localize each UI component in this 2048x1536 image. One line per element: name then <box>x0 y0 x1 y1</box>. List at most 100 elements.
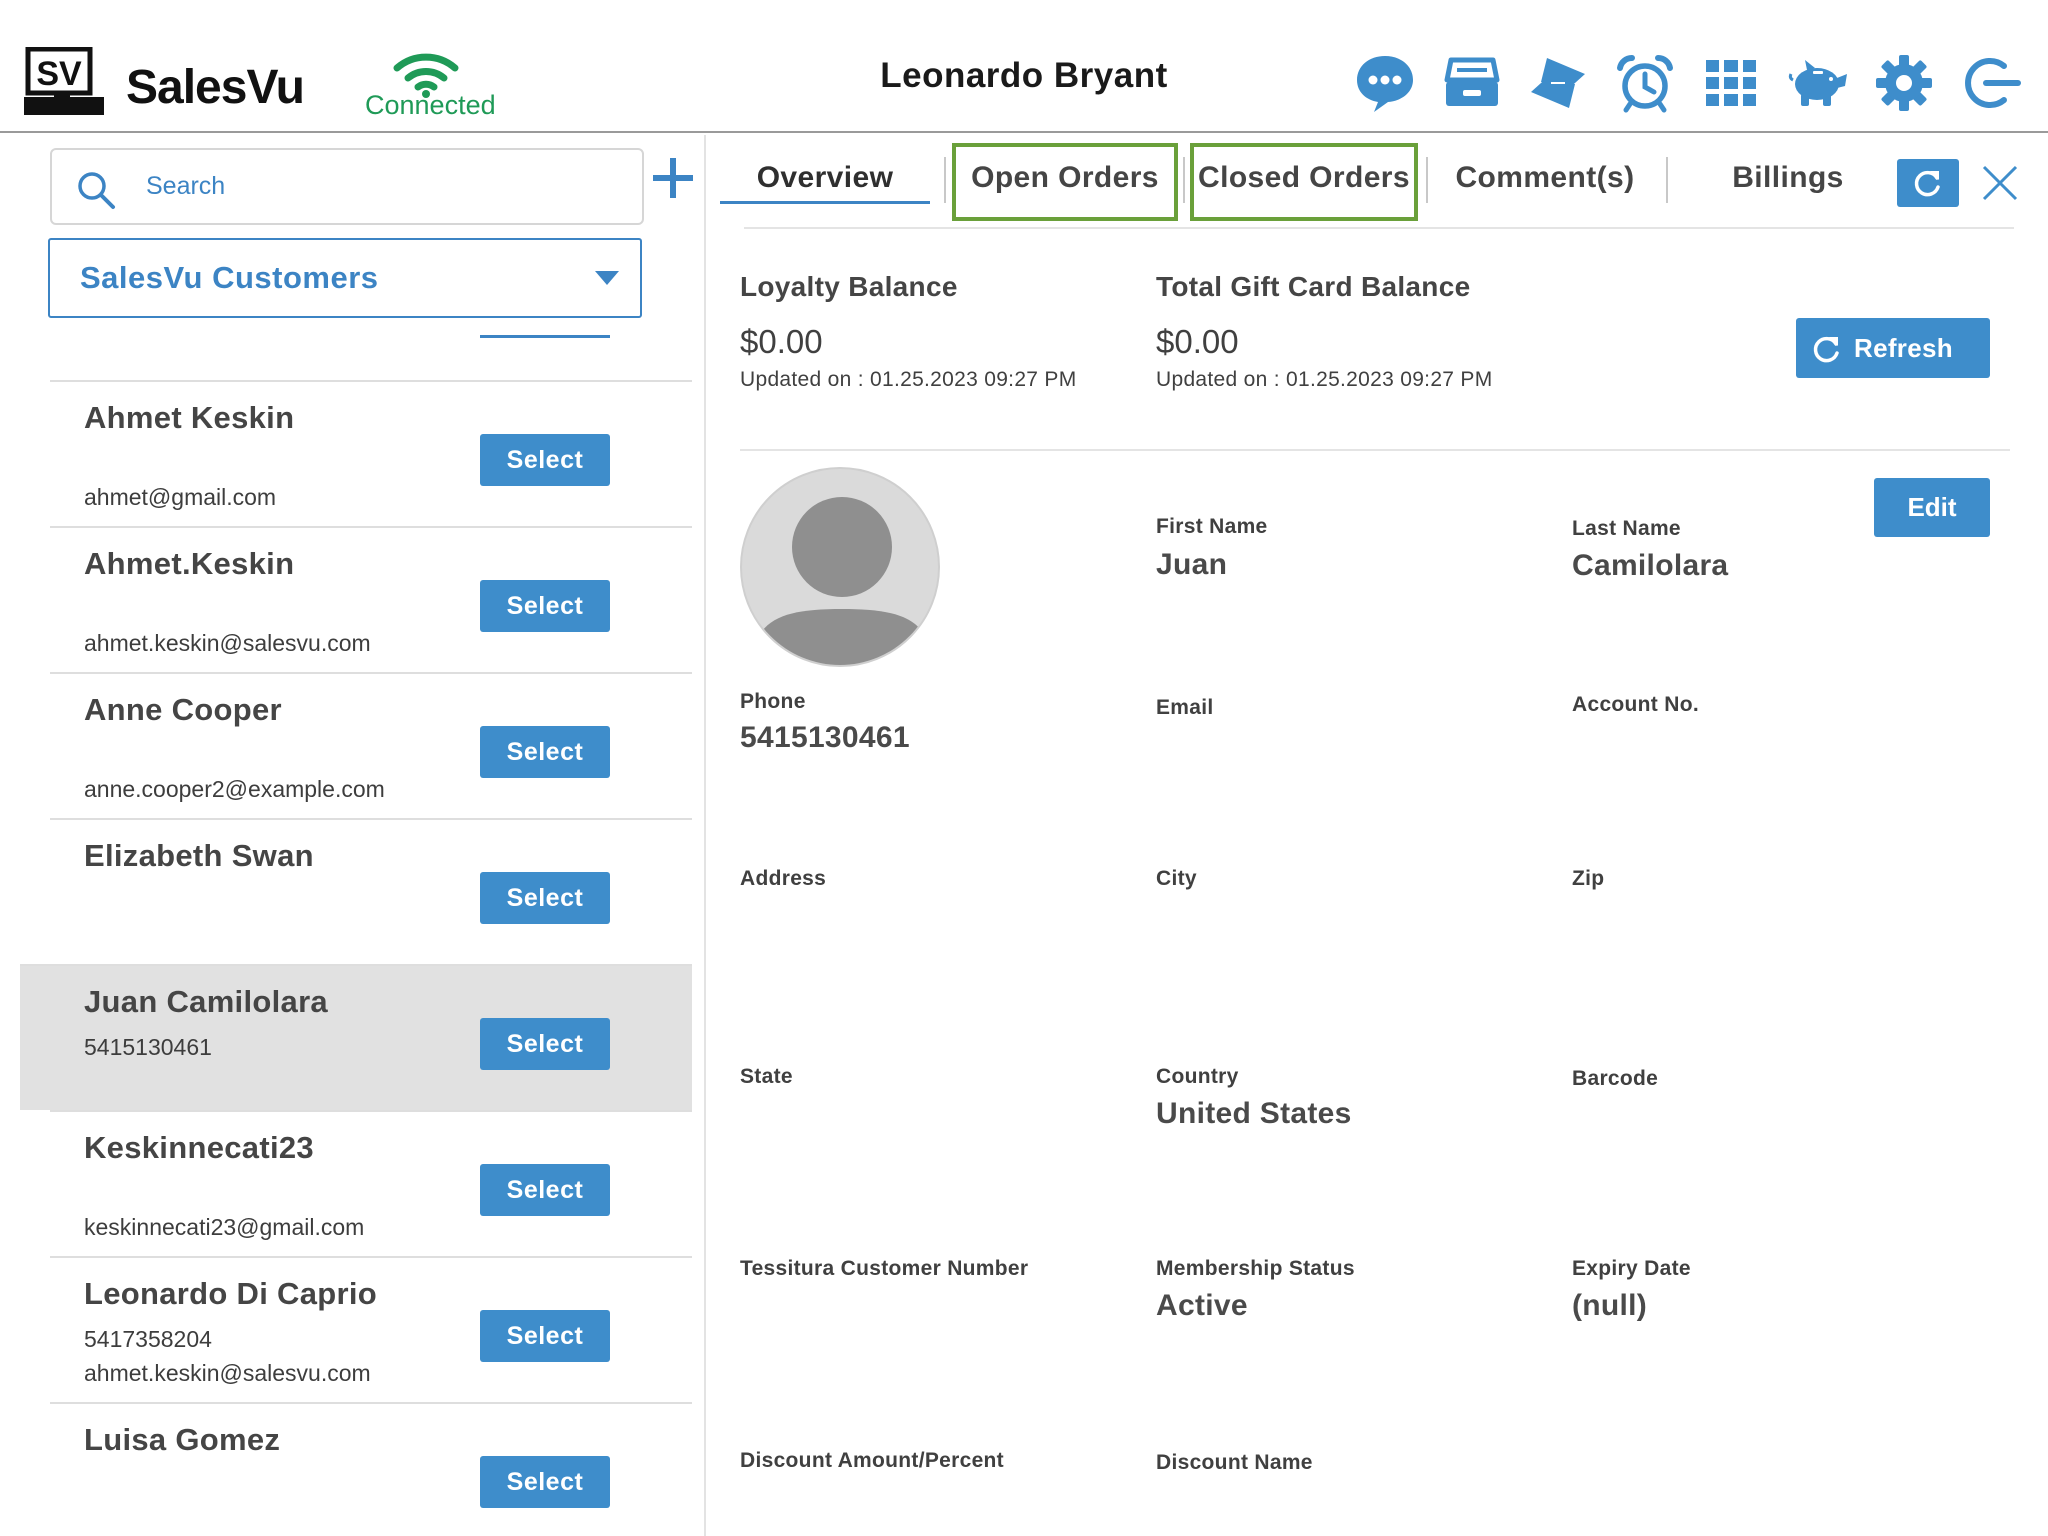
customer-email: ahmet.keskin@salesvu.com <box>84 1360 371 1386</box>
chat-icon[interactable] <box>1352 50 1418 116</box>
customer-row[interactable]: Keskinnecati23 keskinnecati23@gmail.com … <box>50 1110 692 1256</box>
customer-phone: 5415130461 <box>84 1034 212 1060</box>
tab-separator <box>1666 157 1668 203</box>
customer-list-panel: Search SalesVu Customers Ahmet Keskin ah… <box>0 135 706 1536</box>
user-placeholder-icon <box>752 497 932 665</box>
tab-billings[interactable]: Billings <box>1708 161 1868 211</box>
logo-icon: SV <box>24 46 104 115</box>
membership-status-label: Membership Status <box>1156 1257 1355 1280</box>
membership-status-value: Active <box>1156 1289 1248 1322</box>
customer-email: ahmet.keskin@salesvu.com <box>84 630 371 656</box>
customer-row[interactable]: Ahmet.Keskin ahmet.keskin@salesvu.com Se… <box>50 526 692 672</box>
search-icon <box>78 172 115 209</box>
select-customer-button[interactable]: Select <box>480 1164 610 1216</box>
first-name-label: First Name <box>1156 515 1268 538</box>
close-icon[interactable] <box>1978 161 2022 205</box>
svg-text:SV: SV <box>36 55 82 93</box>
country-value: United States <box>1156 1097 1352 1130</box>
customer-name: Ahmet Keskin <box>84 400 295 435</box>
gear-icon[interactable] <box>1871 50 1937 116</box>
phone-value: 5415130461 <box>740 721 910 754</box>
tessitura-number-label: Tessitura Customer Number <box>740 1257 1029 1280</box>
country-label: Country <box>1156 1065 1239 1088</box>
account-number-label: Account No. <box>1572 693 1699 716</box>
expiry-date-value: (null) <box>1572 1289 1648 1322</box>
customer-row[interactable]: Elizabeth Swan Select <box>50 818 692 964</box>
last-name-label: Last Name <box>1572 517 1681 540</box>
customer-row[interactable]: Ahmet Keskin ahmet@gmail.com Select <box>50 380 692 526</box>
salesvu-logo: SV <box>24 46 104 117</box>
select-customer-button[interactable]: Select <box>480 872 610 924</box>
zip-label: Zip <box>1572 867 1605 890</box>
tab-closed-orders[interactable]: Closed Orders <box>1194 161 1414 211</box>
avatar <box>740 467 940 667</box>
select-customer-button[interactable]: Select <box>480 1018 610 1070</box>
customer-name: Ahmet.Keskin <box>84 546 295 581</box>
alarm-clock-icon[interactable] <box>1612 50 1678 116</box>
section-divider <box>740 449 2010 451</box>
gift-card-updated: Updated on : 01.25.2023 09:27 PM <box>1156 368 1493 391</box>
select-customer-button[interactable]: Select <box>480 580 610 632</box>
reload-button[interactable] <box>1897 159 1959 207</box>
customer-row[interactable]: Anne Cooper anne.cooper2@example.com Sel… <box>50 672 692 818</box>
expiry-date-label: Expiry Date <box>1572 1257 1691 1280</box>
address-label: Address <box>740 867 827 890</box>
select-customer-button[interactable]: Select <box>480 434 610 486</box>
current-user-name: Leonardo Bryant <box>880 56 1168 95</box>
customer-name: Leonardo Di Caprio <box>84 1276 378 1311</box>
tab-separator <box>944 157 946 203</box>
tab-comments[interactable]: Comment(s) <box>1438 161 1652 211</box>
search-input[interactable]: Search <box>50 148 644 225</box>
customer-row[interactable]: Leonardo Di Caprio 5417358204 ahmet.kesk… <box>50 1256 692 1402</box>
email-label: Email <box>1156 696 1214 719</box>
customer-name: Juan Camilolara <box>84 984 328 1019</box>
customer-group-dropdown[interactable]: SalesVu Customers <box>48 238 642 318</box>
add-customer-button[interactable] <box>650 155 696 201</box>
logout-icon[interactable] <box>1958 50 2024 116</box>
customer-email: keskinnecati23@gmail.com <box>84 1214 365 1240</box>
loyalty-balance-value: $0.00 <box>740 323 823 360</box>
customer-name: Keskinnecati23 <box>84 1130 314 1165</box>
edit-button[interactable]: Edit <box>1874 478 1990 537</box>
select-customer-button[interactable]: Select <box>480 1310 610 1362</box>
search-placeholder: Search <box>146 172 226 200</box>
city-label: City <box>1156 867 1197 890</box>
customer-row-selected[interactable]: Juan Camilolara 5415130461 Select <box>20 964 692 1110</box>
piggy-bank-icon[interactable] <box>1785 50 1851 116</box>
state-label: State <box>740 1065 793 1088</box>
customer-email: ahmet@gmail.com <box>84 484 277 510</box>
customer-name: Elizabeth Swan <box>84 838 314 873</box>
active-tab-indicator <box>720 201 930 204</box>
connection-status: Connected <box>365 90 496 120</box>
customer-row[interactable]: Luisa Gomez Select <box>50 1402 692 1536</box>
discount-name-label: Discount Name <box>1156 1451 1313 1474</box>
loyalty-balance-label: Loyalty Balance <box>740 271 958 302</box>
tabs-divider <box>744 227 2014 229</box>
tab-separator <box>1183 157 1185 203</box>
customer-phone: 5417358204 <box>84 1326 212 1352</box>
customer-name: Luisa Gomez <box>84 1422 281 1457</box>
phone-label: Phone <box>740 690 806 713</box>
last-name-value: Camilolara <box>1572 549 1729 582</box>
refresh-button[interactable]: Refresh <box>1796 318 1990 378</box>
reload-icon <box>1914 170 1940 197</box>
chevron-down-icon <box>595 271 619 285</box>
customer-name: Anne Cooper <box>84 692 282 727</box>
discount-amount-label: Discount Amount/Percent <box>740 1449 1004 1472</box>
first-name-value: Juan <box>1156 548 1228 581</box>
gift-card-balance-label: Total Gift Card Balance <box>1156 271 1471 302</box>
customer-email: anne.cooper2@example.com <box>84 776 385 802</box>
grid-icon[interactable] <box>1698 50 1764 116</box>
customer-detail-panel: Overview Open Orders Closed Orders Comme… <box>708 135 2048 1536</box>
loyalty-updated: Updated on : 01.25.2023 09:27 PM <box>740 368 1077 391</box>
refresh-label: Refresh <box>1854 333 1953 363</box>
barcode-label: Barcode <box>1572 1067 1659 1090</box>
cash-drawer-icon[interactable] <box>1439 50 1505 116</box>
select-customer-button[interactable]: Select <box>480 1456 610 1508</box>
tab-separator <box>1426 157 1428 203</box>
tab-open-orders[interactable]: Open Orders <box>956 161 1174 211</box>
transfer-icon[interactable] <box>1525 50 1591 116</box>
select-customer-button[interactable]: Select <box>480 726 610 778</box>
gift-card-balance-value: $0.00 <box>1156 323 1239 360</box>
list-scroll-indicator <box>480 335 610 338</box>
